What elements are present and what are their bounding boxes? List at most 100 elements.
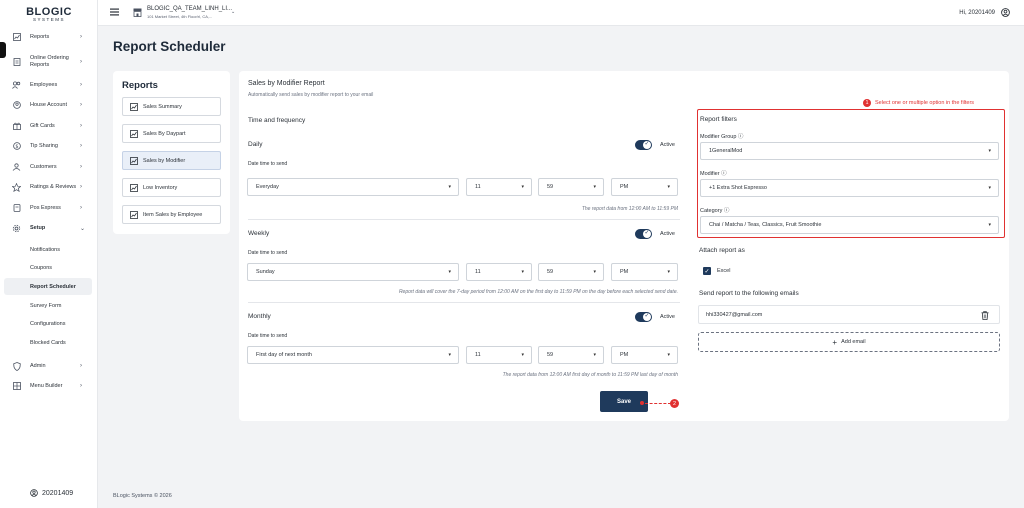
gift-icon [12,122,21,131]
sidebar-item-label: Pos Express [30,204,61,211]
excel-checkbox[interactable]: ✓ [703,267,711,275]
brand-logo[interactable]: BLOGIC SYSTEMS [22,6,76,22]
info-icon[interactable]: ⓘ [721,171,727,177]
weekly-active-toggle[interactable]: ✓ [635,229,652,239]
monthly-ampm-select[interactable]: PM ▾ [611,346,678,364]
monthly-day-select[interactable]: First day of next month ▾ [247,346,459,364]
sidebar-item-gift-cards[interactable]: Gift Cards › [0,117,98,135]
weekly-title: Weekly [248,230,270,237]
monthly-active-toggle[interactable]: ✓ [635,312,652,322]
daily-day-select[interactable]: Everyday ▾ [247,178,459,196]
sidebar-subitem-label: Survey Form [30,302,62,309]
chevron-down-icon: ▾ [593,184,596,190]
divider [248,302,680,303]
chevron-down-icon[interactable]: ⌄ [231,9,235,15]
trash-icon[interactable] [981,311,989,320]
report-item-label: Low Inventory [143,184,178,191]
daily-title: Daily [248,141,263,148]
report-item-sales-by-modifier[interactable]: Sales by Modifier [122,151,221,170]
sidebar-user[interactable]: 20201409 [30,489,73,497]
weekly-note: Report data will cover the 7-day period … [398,289,678,295]
sidebar-item-pos-express[interactable]: Pos Express › [0,199,98,217]
monthly-minute-select[interactable]: 59 ▾ [538,346,604,364]
report-item-sales-summary[interactable]: Sales Summary [122,97,221,116]
star-icon [12,182,21,192]
footer-copyright: BLogic Systems © 2026 [113,493,172,499]
store-address: 101 Market Street, 4th Floor/rl, CA,... [147,14,213,19]
tip-icon: $ [12,142,21,151]
email-value: hhi330427@gmail.com [706,311,763,318]
select-value: 59 [547,269,554,275]
header-user[interactable]: Hi, 20201409 [959,8,1010,17]
hamburger-menu-icon[interactable] [110,8,119,16]
daily-minute-select[interactable]: 59 ▾ [538,178,604,196]
sidebar-item-ratings-reviews[interactable]: Ratings & Reviews › [0,178,98,196]
sidebar-item-setup[interactable]: Setup ⌄ [0,219,98,237]
monthly-title: Monthly [248,313,271,320]
sidebar-subitem-survey-form[interactable]: Survey Form [4,297,92,314]
sidebar-subitem-report-scheduler[interactable]: Report Scheduler [4,278,92,295]
select-value: 1GeneralMod [709,148,743,154]
report-item-item-sales-by-employee[interactable]: Item Sales by Employee [122,205,221,224]
weekly-minute-select[interactable]: 59 ▾ [538,263,604,281]
info-icon[interactable]: ⓘ [738,134,744,140]
menu-builder-icon [12,382,21,391]
weekly-day-select[interactable]: Sunday ▾ [247,263,459,281]
select-value: PM [620,184,629,190]
sidebar-item-admin[interactable]: Admin › [0,357,98,375]
user-circle-icon [12,101,21,110]
chevron-right-icon: › [80,205,82,211]
people-icon [12,81,21,90]
category-select[interactable]: Chai / Matcha / Teas, Classics, Fruit Sm… [700,216,999,234]
report-item-sales-by-daypart[interactable]: Sales By Daypart [122,124,221,143]
top-header: BLOGIC_QA_TEAM_LINH_LI... 101 Market Str… [98,0,1024,26]
chevron-down-icon: ▾ [667,184,670,190]
chart-icon [130,156,138,165]
sidebar-subitem-notifications[interactable]: Notifications [4,241,92,258]
modifier-select[interactable]: +1 Extra Shot Espresso ▾ [700,179,999,197]
sidebar-item-tip-sharing[interactable]: $ Tip Sharing › [0,137,98,155]
monthly-hour-select[interactable]: 11 ▾ [466,346,532,364]
sidebar-item-reports[interactable]: Reports › [0,28,98,46]
weekly-ampm-select[interactable]: PM ▾ [611,263,678,281]
sidebar-item-house-account[interactable]: House Account › [0,96,98,114]
sidebar-item-online-ordering-reports[interactable]: Online Ordering Reports › [0,52,98,72]
report-subtitle: Automatically send sales by modifier rep… [248,92,374,98]
sidebar-item-customers[interactable]: Customers › [0,158,98,176]
email-list-item: hhi330427@gmail.com [698,305,1000,324]
sidebar-subitem-configurations[interactable]: Configurations [4,315,92,332]
sidebar-item-menu-builder[interactable]: Menu Builder › [0,377,98,395]
sidebar-subitem-coupons[interactable]: Coupons [4,259,92,276]
sidebar-subitem-blocked-cards[interactable]: Blocked Cards [4,334,92,351]
select-value: Everyday [256,184,279,190]
report-filters-title: Report filters [700,116,737,123]
chart-icon [130,102,138,111]
chart-icon [130,129,138,138]
sidebar-item-employees[interactable]: Employees › [0,76,98,94]
modifier-group-label-text: Modifier Group [700,134,737,140]
info-icon[interactable]: ⓘ [724,208,730,214]
report-item-low-inventory[interactable]: Low Inventory [122,178,221,197]
sidebar-subitem-label: Report Scheduler [30,283,76,290]
annotation-badge-1: 1 [863,99,871,107]
chevron-right-icon: › [80,34,82,40]
daily-active-toggle[interactable]: ✓ [635,140,652,150]
chevron-down-icon: ▾ [988,185,991,191]
add-email-button[interactable]: + Add email [698,332,1000,352]
date-time-label: Date time to send [248,250,288,256]
store-name[interactable]: BLOGIC_QA_TEAM_LINH_LI... [147,6,232,12]
weekly-hour-select[interactable]: 11 ▾ [466,263,532,281]
report-item-label: Sales By Daypart [143,130,186,137]
daily-hour-select[interactable]: 11 ▾ [466,178,532,196]
sidebar-subitem-label: Configurations [30,320,66,327]
reports-title: Reports [122,80,158,91]
sidebar-subitem-label: Blocked Cards [30,339,66,346]
chevron-down-icon: ▾ [667,269,670,275]
select-value: 59 [547,352,554,358]
chart-icon [130,210,138,219]
modifier-group-select[interactable]: 1GeneralMod ▾ [700,142,999,160]
annotation-dashed-line [645,403,671,404]
daily-ampm-select[interactable]: PM ▾ [611,178,678,196]
sidebar: BLOGIC SYSTEMS Reports › Online Ordering… [0,0,98,508]
select-value: PM [620,352,629,358]
